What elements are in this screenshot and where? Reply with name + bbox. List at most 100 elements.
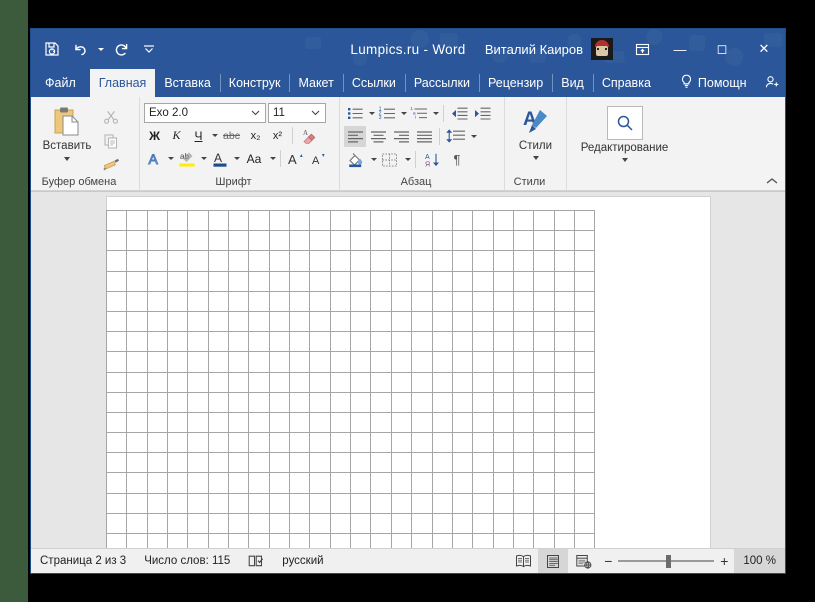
table-cell[interactable]: [351, 291, 371, 311]
table-cell[interactable]: [432, 392, 452, 412]
table-cell[interactable]: [452, 311, 472, 331]
table-cell[interactable]: [249, 251, 269, 271]
table-cell[interactable]: [147, 372, 167, 392]
table-cell[interactable]: [351, 372, 371, 392]
table-cell[interactable]: [493, 352, 513, 372]
table-cell[interactable]: [168, 433, 188, 453]
table-cell[interactable]: [208, 392, 228, 412]
table-cell[interactable]: [554, 534, 574, 549]
table-cell[interactable]: [391, 332, 411, 352]
table-cell[interactable]: [432, 372, 452, 392]
table-cell[interactable]: [229, 251, 249, 271]
table-cell[interactable]: [452, 372, 472, 392]
table-cell[interactable]: [493, 311, 513, 331]
tab-review[interactable]: Рецензир: [479, 69, 552, 97]
table-cell[interactable]: [310, 352, 330, 372]
table-row[interactable]: [107, 372, 595, 392]
table-cell[interactable]: [574, 291, 594, 311]
table-cell[interactable]: [107, 534, 127, 549]
table-cell[interactable]: [574, 433, 594, 453]
table-cell[interactable]: [188, 211, 208, 231]
table-cell[interactable]: [147, 493, 167, 513]
table-cell[interactable]: [290, 372, 310, 392]
table-cell[interactable]: [534, 311, 554, 331]
table-cell[interactable]: [310, 513, 330, 533]
strikethrough-button[interactable]: abc: [219, 125, 244, 146]
table-cell[interactable]: [269, 493, 289, 513]
underline-button[interactable]: Ч: [188, 125, 209, 146]
table-cell[interactable]: [554, 433, 574, 453]
table-cell[interactable]: [513, 513, 533, 533]
editing-button[interactable]: Редактирование: [577, 103, 673, 162]
table-cell[interactable]: [574, 271, 594, 291]
table-cell[interactable]: [208, 332, 228, 352]
table-cell[interactable]: [432, 291, 452, 311]
table-cell[interactable]: [412, 473, 432, 493]
table-cell[interactable]: [188, 311, 208, 331]
table-cell[interactable]: [107, 453, 127, 473]
table-cell[interactable]: [310, 473, 330, 493]
table-cell[interactable]: [147, 311, 167, 331]
table-cell[interactable]: [269, 392, 289, 412]
close-button[interactable]: ✕: [743, 29, 785, 69]
table-cell[interactable]: [249, 332, 269, 352]
tab-help[interactable]: Справка: [593, 69, 660, 97]
document-canvas[interactable]: [31, 191, 785, 548]
table-row[interactable]: [107, 513, 595, 533]
table-cell[interactable]: [208, 211, 228, 231]
table-cell[interactable]: [391, 211, 411, 231]
table-cell[interactable]: [168, 311, 188, 331]
table-cell[interactable]: [574, 211, 594, 231]
table-cell[interactable]: [208, 493, 228, 513]
view-web-layout-button[interactable]: [568, 549, 598, 573]
table-cell[interactable]: [432, 352, 452, 372]
table-cell[interactable]: [269, 473, 289, 493]
table-cell[interactable]: [452, 513, 472, 533]
table-cell[interactable]: [391, 352, 411, 372]
table-cell[interactable]: [107, 211, 127, 231]
shrink-font-button[interactable]: A: [308, 148, 330, 169]
table-cell[interactable]: [554, 392, 574, 412]
table-cell[interactable]: [554, 251, 574, 271]
table-row[interactable]: [107, 493, 595, 513]
table-cell[interactable]: [493, 513, 513, 533]
table-cell[interactable]: [391, 513, 411, 533]
show-formatting-marks-button[interactable]: ¶: [445, 149, 469, 170]
table-cell[interactable]: [452, 251, 472, 271]
table-cell[interactable]: [127, 433, 147, 453]
table-cell[interactable]: [513, 372, 533, 392]
grow-font-button[interactable]: A: [285, 148, 307, 169]
table-cell[interactable]: [249, 473, 269, 493]
table-cell[interactable]: [412, 392, 432, 412]
table-cell[interactable]: [391, 453, 411, 473]
table-cell[interactable]: [452, 453, 472, 473]
font-color-button[interactable]: A: [208, 148, 231, 169]
change-case-dropdown-icon[interactable]: [270, 157, 276, 160]
table-cell[interactable]: [168, 271, 188, 291]
save-button[interactable]: [39, 36, 65, 62]
table-cell[interactable]: [249, 231, 269, 251]
table-row[interactable]: [107, 291, 595, 311]
table-cell[interactable]: [208, 534, 228, 549]
table-cell[interactable]: [351, 211, 371, 231]
table-cell[interactable]: [290, 493, 310, 513]
table-cell[interactable]: [432, 433, 452, 453]
table-cell[interactable]: [534, 493, 554, 513]
table-cell[interactable]: [127, 352, 147, 372]
table-cell[interactable]: [371, 392, 391, 412]
table-cell[interactable]: [351, 433, 371, 453]
table-cell[interactable]: [412, 412, 432, 432]
table-cell[interactable]: [452, 493, 472, 513]
account-name[interactable]: Виталий Каиров: [485, 42, 583, 57]
table-cell[interactable]: [574, 412, 594, 432]
table-cell[interactable]: [452, 433, 472, 453]
chevron-down-icon[interactable]: [249, 110, 262, 116]
table-cell[interactable]: [269, 231, 289, 251]
styles-dropdown-icon[interactable]: [533, 156, 539, 160]
table-cell[interactable]: [513, 433, 533, 453]
table-cell[interactable]: [330, 211, 350, 231]
cut-button[interactable]: [99, 106, 123, 127]
table-cell[interactable]: [513, 412, 533, 432]
table-cell[interactable]: [473, 211, 493, 231]
table-row[interactable]: [107, 473, 595, 493]
